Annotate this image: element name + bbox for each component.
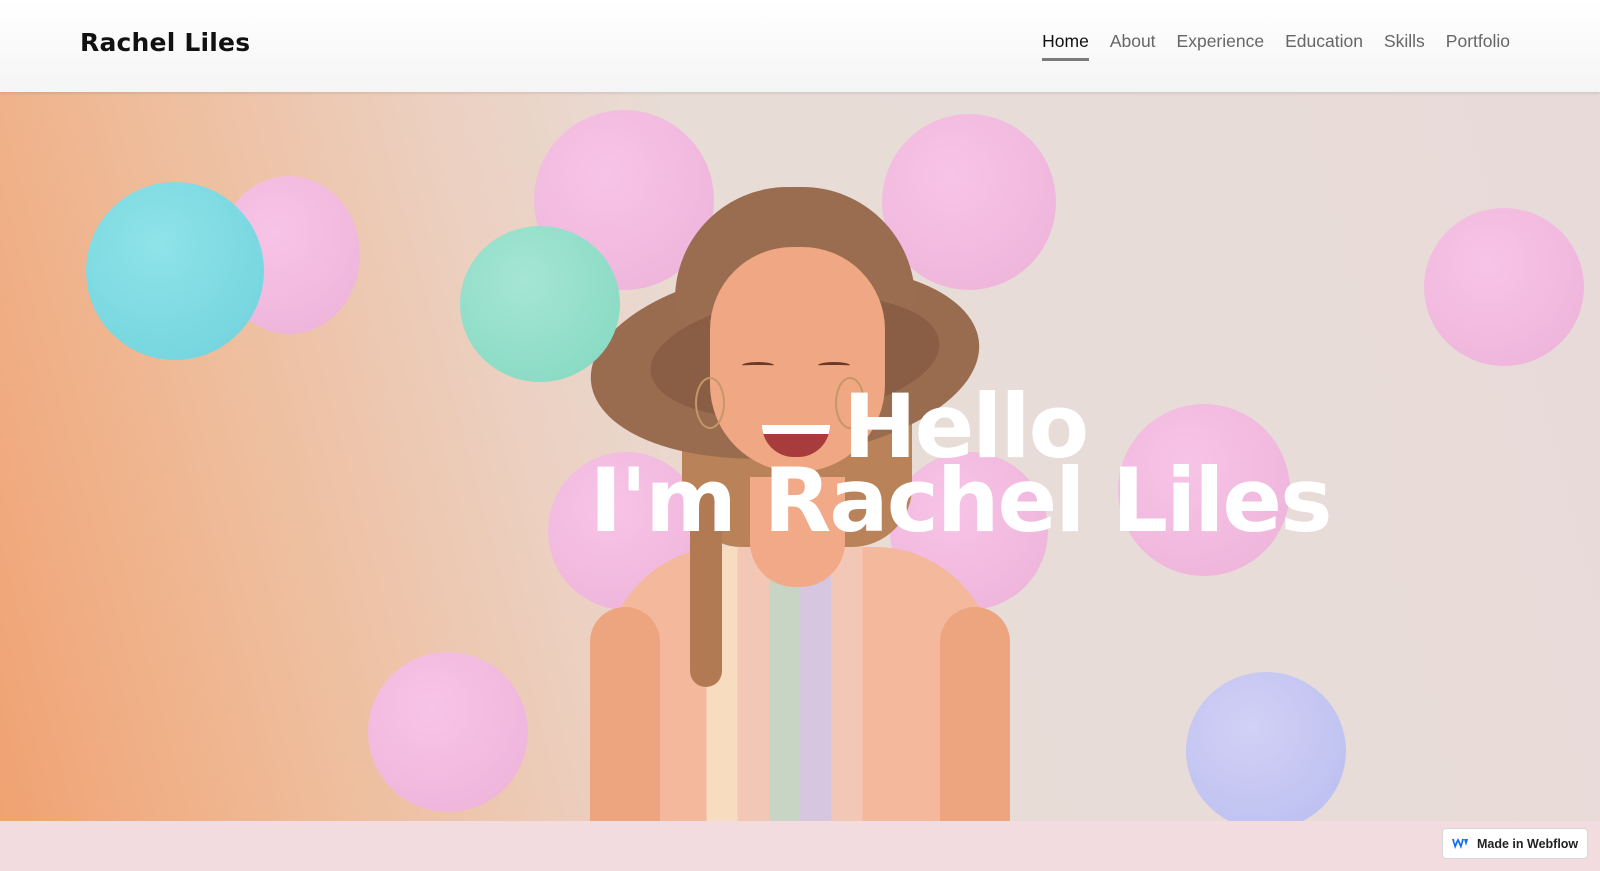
nav-link-portfolio[interactable]: Portfolio	[1446, 31, 1510, 61]
nav-link-skills[interactable]: Skills	[1384, 31, 1425, 61]
nav-link-education[interactable]: Education	[1285, 31, 1363, 61]
site-header: Rachel Liles Home About Experience Educa…	[0, 0, 1600, 92]
portrait-dress	[605, 547, 995, 821]
webflow-logo-icon	[1452, 837, 1468, 849]
main-nav: Home About Experience Education Skills P…	[1042, 31, 1510, 61]
portrait-arm-right	[940, 607, 1010, 821]
portrait-eye	[818, 362, 850, 369]
hero-heading: Hello I'm Rachel Liles	[560, 383, 1360, 552]
brand-logo-link[interactable]: Rachel Liles	[80, 28, 250, 57]
portrait-eye	[742, 362, 774, 369]
decorative-dot-cyan	[86, 182, 264, 360]
decorative-dot-lavender	[1186, 672, 1346, 821]
decorative-dot-mint	[460, 226, 620, 382]
portrait-arm-left	[590, 607, 660, 821]
badge-label: Made in Webflow	[1477, 836, 1579, 851]
hero-heading-line2: I'm Rachel Liles	[589, 449, 1333, 552]
decorative-dot-pink	[368, 652, 528, 812]
decorative-dot-pink	[1424, 208, 1584, 366]
made-in-webflow-badge[interactable]: Made in Webflow	[1442, 828, 1588, 859]
hero-section: Hello I'm Rachel Liles	[0, 92, 1600, 821]
nav-link-experience[interactable]: Experience	[1177, 31, 1265, 61]
nav-link-about[interactable]: About	[1110, 31, 1156, 61]
nav-link-home[interactable]: Home	[1042, 31, 1089, 61]
